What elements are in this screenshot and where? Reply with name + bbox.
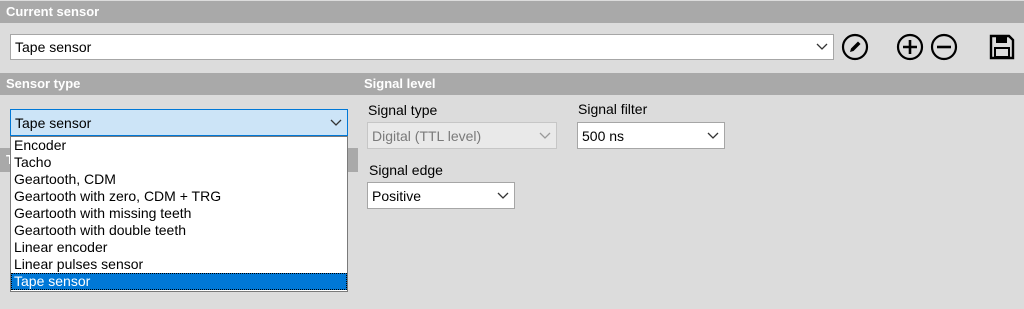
plus-circle-icon: [896, 33, 924, 61]
signal-edge-value: Positive: [372, 187, 422, 204]
sensor-type-option[interactable]: Geartooth with missing teeth: [11, 205, 347, 222]
chevron-down-icon: [534, 132, 556, 140]
minus-circle-icon: [930, 33, 958, 61]
current-sensor-select[interactable]: Tape sensor: [10, 34, 834, 60]
sensor-type-option[interactable]: Geartooth with double teeth: [11, 222, 347, 239]
sensor-type-option[interactable]: Geartooth with zero, CDM + TRG: [11, 188, 347, 205]
save-sensor-button[interactable]: [986, 32, 1018, 62]
signal-type-select[interactable]: Digital (TTL level): [367, 122, 557, 149]
edit-sensor-button[interactable]: [840, 32, 870, 62]
signal-filter-label: Signal filter: [578, 101, 648, 117]
chevron-down-icon: [702, 132, 724, 140]
chevron-down-icon: [811, 43, 833, 51]
section-header-bar: [0, 73, 1024, 95]
floppy-disk-icon: [989, 34, 1015, 60]
chevron-down-icon: [492, 192, 514, 200]
sensor-type-option-selected[interactable]: Tape sensor: [11, 273, 347, 290]
sensor-type-select[interactable]: Tape sensor: [10, 109, 348, 136]
signal-type-value: Digital (TTL level): [372, 127, 482, 144]
sensor-type-dropdown-list[interactable]: Encoder Tacho Geartooth, CDM Geartooth w…: [10, 136, 348, 292]
sensor-type-option[interactable]: Tacho: [11, 154, 347, 171]
signal-filter-select[interactable]: 500 ns: [577, 122, 725, 149]
chevron-down-icon: [325, 119, 347, 127]
sensor-type-option[interactable]: Linear pulses sensor: [11, 256, 347, 273]
sensor-type-option[interactable]: Geartooth, CDM: [11, 171, 347, 188]
signal-level-header: Signal level: [364, 76, 436, 91]
sensor-type-option[interactable]: Encoder: [11, 137, 347, 154]
signal-type-label: Signal type: [368, 102, 438, 118]
signal-edge-label: Signal edge: [369, 162, 443, 178]
sensor-type-value: Tape sensor: [15, 114, 92, 131]
current-sensor-header: Current sensor: [0, 1, 1024, 23]
signal-edge-select[interactable]: Positive: [367, 182, 515, 209]
pencil-circle-icon: [841, 33, 869, 61]
signal-filter-value: 500 ns: [582, 127, 625, 144]
current-sensor-header-label: Current sensor: [6, 4, 100, 19]
sensor-type-header: Sensor type: [6, 76, 81, 91]
remove-sensor-button[interactable]: [929, 32, 959, 62]
sensor-type-option[interactable]: Linear encoder: [11, 239, 347, 256]
add-sensor-button[interactable]: [895, 32, 925, 62]
current-sensor-value: Tape sensor: [15, 39, 92, 55]
